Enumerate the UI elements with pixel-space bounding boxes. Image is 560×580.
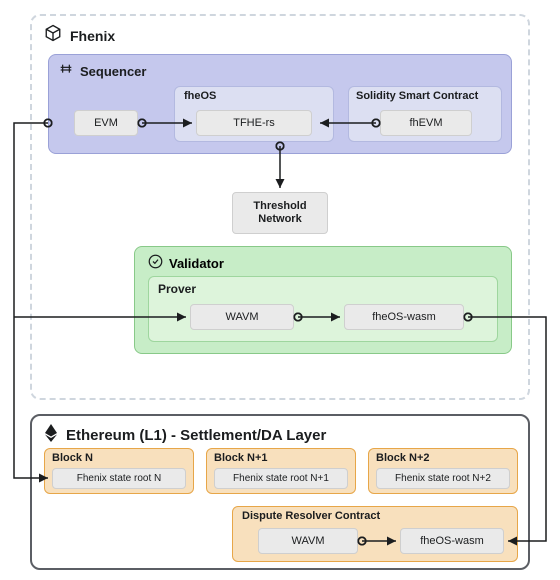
contract-label: Solidity Smart Contract [356, 90, 478, 102]
validator-title-row: Validator [148, 254, 224, 272]
threshold-label-2: Network [258, 213, 301, 226]
prover-fheos-wasm-chip: fheOS-wasm [344, 304, 464, 330]
block-n1-state: Fhenix state root N+1 [214, 468, 348, 489]
ethereum-title: Ethereum (L1) - Settlement/DA Layer [66, 427, 326, 444]
threshold-label-1: Threshold [253, 200, 306, 213]
fheos-label: fheOS [184, 90, 216, 102]
dispute-resolver-label: Dispute Resolver Contract [242, 510, 380, 522]
block-n2-label: Block N+2 [376, 452, 430, 464]
sequencer-title-row: Sequencer [58, 62, 146, 81]
evm-chip: EVM [74, 110, 138, 136]
block-n1-label: Block N+1 [214, 452, 268, 464]
ethereum-title-row: Ethereum (L1) - Settlement/DA Layer [44, 424, 326, 446]
layers-icon [58, 62, 74, 81]
fhenix-title: Fhenix [70, 28, 115, 44]
prover-wavm-chip: WAVM [190, 304, 294, 330]
block-n-label: Block N [52, 452, 93, 464]
fhevm-chip: fhEVM [380, 110, 472, 136]
block-n-state: Fhenix state root N [52, 468, 186, 489]
cube-icon [44, 24, 62, 47]
sequencer-title: Sequencer [80, 64, 146, 79]
fhenix-title-row: Fhenix [44, 24, 115, 47]
dispute-wavm-chip: WAVM [258, 528, 358, 554]
validator-title: Validator [169, 256, 224, 271]
ethereum-icon [44, 424, 58, 446]
check-circle-icon [148, 254, 163, 272]
dispute-fheos-wasm-chip: fheOS-wasm [400, 528, 504, 554]
tfhe-chip: TFHE-rs [196, 110, 312, 136]
prover-label: Prover [158, 282, 196, 296]
threshold-network-chip: Threshold Network [232, 192, 328, 234]
block-n2-state: Fhenix state root N+2 [376, 468, 510, 489]
